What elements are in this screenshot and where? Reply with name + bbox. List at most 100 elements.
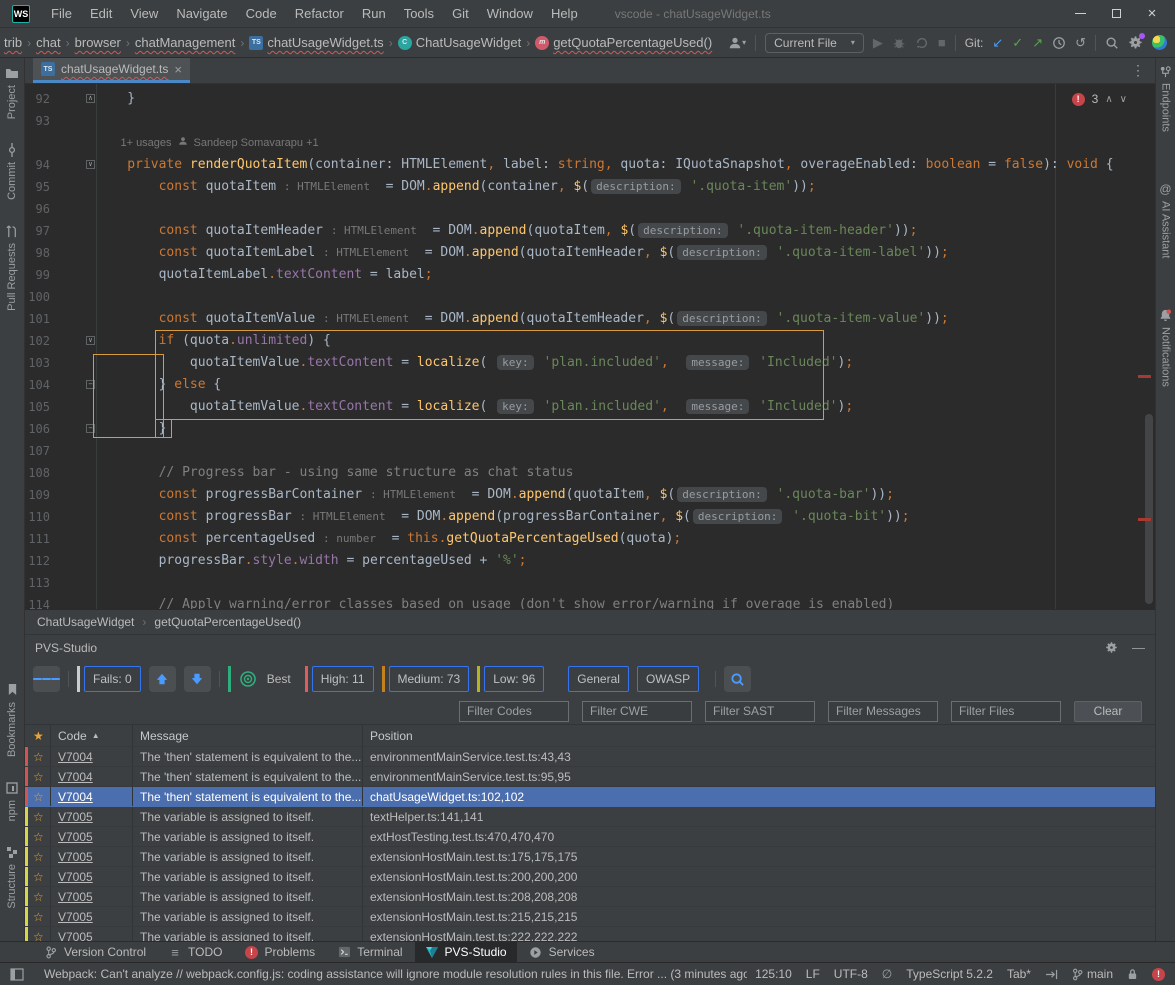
- cell-position[interactable]: environmentMainService.test.ts:43,43: [362, 747, 1155, 766]
- prev-error-icon[interactable]: ∧: [1105, 94, 1112, 105]
- error-stripe-mark[interactable]: [1138, 518, 1151, 521]
- toolwindow-tab-version-control[interactable]: Version Control: [34, 942, 156, 962]
- toolwindow-tab-services[interactable]: Services: [519, 942, 605, 962]
- code-line[interactable]: 103quotaItemValue.textContent = localize…: [25, 352, 1155, 374]
- medium-filter-button[interactable]: Medium: 73: [389, 666, 470, 692]
- cell-code[interactable]: V7005: [50, 807, 132, 826]
- error-stripe-mark[interactable]: [1138, 375, 1151, 378]
- crumb-method[interactable]: getQuotaPercentageUsed(): [154, 615, 301, 629]
- menu-help[interactable]: Help: [542, 3, 587, 24]
- menu-window[interactable]: Window: [478, 3, 542, 24]
- profile-icon[interactable]: [915, 36, 929, 50]
- best-label[interactable]: Best: [267, 672, 291, 686]
- cell-code[interactable]: V7004: [50, 747, 132, 766]
- cell-position[interactable]: environmentMainService.test.ts:95,95: [362, 767, 1155, 786]
- low-filter-button[interactable]: Low: 96: [484, 666, 544, 692]
- clear-button[interactable]: Clear: [1074, 701, 1142, 722]
- code-line[interactable]: 104−} else {: [25, 374, 1155, 396]
- cell-position[interactable]: extHostTesting.test.ts:470,470,470: [362, 827, 1155, 846]
- cell-message[interactable]: The 'then' statement is equivalent to th…: [132, 747, 362, 766]
- favorite-star-icon[interactable]: ☆: [25, 750, 50, 764]
- editor-scrollbar[interactable]: [1145, 414, 1153, 604]
- code-editor[interactable]: 92∧}931+ usagesSandeep Somavarapu +194∨p…: [25, 84, 1155, 609]
- lock-icon[interactable]: [1127, 968, 1138, 980]
- table-row[interactable]: ☆V7005The variable is assigned to itself…: [25, 927, 1155, 941]
- cell-message[interactable]: The variable is assigned to itself.: [132, 927, 362, 941]
- cell-code[interactable]: V7004: [50, 767, 132, 786]
- cell-position[interactable]: extensionHostMain.test.ts:208,208,208: [362, 887, 1155, 906]
- favorite-star-icon[interactable]: ☆: [25, 770, 50, 784]
- code-line[interactable]: 99quotaItemLabel.textContent = label;: [25, 264, 1155, 286]
- code-line[interactable]: 107: [25, 440, 1155, 462]
- table-row[interactable]: ☆V7005The variable is assigned to itself…: [25, 827, 1155, 847]
- filter-input-filter-sast[interactable]: Filter SAST: [705, 701, 815, 722]
- toolwindow-tab-problems[interactable]: !Problems: [235, 942, 326, 962]
- code-line[interactable]: 105quotaItemValue.textContent = localize…: [25, 396, 1155, 418]
- ai-assistant-sphere-icon[interactable]: [1152, 35, 1167, 50]
- best-target-icon[interactable]: [239, 670, 257, 688]
- code-line[interactable]: 95const quotaItem : HTMLElement = DOM.ap…: [25, 176, 1155, 198]
- table-row[interactable]: ☆V7004The 'then' statement is equivalent…: [25, 747, 1155, 767]
- filter-input-filter-files[interactable]: Filter Files: [951, 701, 1061, 722]
- fails-filter-button[interactable]: Fails: 0: [84, 666, 141, 692]
- favorite-star-icon[interactable]: ☆: [25, 930, 50, 942]
- code-line[interactable]: 102∨if (quota.unlimited) {: [25, 330, 1155, 352]
- usages-hint[interactable]: 1+ usages: [120, 132, 171, 154]
- breadcrumb-item[interactable]: chat: [36, 35, 61, 50]
- pvs-settings-gear-icon[interactable]: [1105, 641, 1118, 654]
- line-separator[interactable]: LF: [806, 967, 820, 981]
- code-line[interactable]: 112progressBar.style.width = percentageU…: [25, 550, 1155, 572]
- table-row[interactable]: ☆V7004The 'then' statement is equivalent…: [25, 767, 1155, 787]
- breadcrumb-item[interactable]: chatManagement: [135, 35, 235, 50]
- status-message[interactable]: Webpack: Can't analyze // webpack.config…: [44, 967, 747, 981]
- search-everywhere-icon[interactable]: [1105, 36, 1119, 50]
- cell-message[interactable]: The variable is assigned to itself.: [132, 907, 362, 926]
- breadcrumb-item[interactable]: mgetQuotaPercentageUsed(): [535, 35, 712, 50]
- table-header[interactable]: ★ Code▲ Message Position: [25, 725, 1155, 747]
- code-line[interactable]: 100: [25, 286, 1155, 308]
- fold-marker-icon[interactable]: −: [86, 380, 95, 389]
- favorite-star-icon[interactable]: ☆: [25, 890, 50, 904]
- cell-code[interactable]: V7005: [50, 887, 132, 906]
- table-row[interactable]: ☆V7004The 'then' statement is equivalent…: [25, 787, 1155, 807]
- analysis-error-icon[interactable]: !: [1152, 968, 1165, 981]
- toolwindow-tab-pvs-studio[interactable]: PVS-Studio: [415, 942, 517, 962]
- high-filter-button[interactable]: High: 11: [312, 666, 374, 692]
- crumb-class[interactable]: ChatUsageWidget: [37, 615, 134, 629]
- menu-tools[interactable]: Tools: [395, 3, 443, 24]
- code-line[interactable]: 92∧}: [25, 88, 1155, 110]
- cell-code[interactable]: V7005: [50, 927, 132, 941]
- tab-options-kebab-icon[interactable]: ⋮: [1131, 62, 1145, 79]
- cell-code[interactable]: V7005: [50, 867, 132, 886]
- cell-position[interactable]: extensionHostMain.test.ts:175,175,175: [362, 847, 1155, 866]
- breadcrumb-item[interactable]: trib: [4, 35, 22, 50]
- code-vision-annotation[interactable]: 1+ usages Sandeep Somavarapu +1: [25, 132, 1155, 154]
- cell-message[interactable]: The variable is assigned to itself.: [132, 847, 362, 866]
- code-line[interactable]: 114// Apply warning/error classes based …: [25, 594, 1155, 609]
- col-position[interactable]: Position: [362, 725, 1155, 746]
- col-code[interactable]: Code: [58, 729, 87, 743]
- debug-icon[interactable]: [892, 36, 906, 50]
- table-row[interactable]: ☆V7005The variable is assigned to itself…: [25, 807, 1155, 827]
- author-hint[interactable]: Sandeep Somavarapu +1: [194, 132, 319, 154]
- prev-arrow-icon[interactable]: [149, 666, 176, 692]
- user-icon[interactable]: ▾: [728, 36, 746, 50]
- favorite-star-icon[interactable]: ☆: [25, 790, 50, 804]
- menu-code[interactable]: Code: [237, 3, 286, 24]
- cell-position[interactable]: extensionHostMain.test.ts:200,200,200: [362, 867, 1155, 886]
- cell-code[interactable]: V7005: [50, 847, 132, 866]
- code-line[interactable]: 106−}: [25, 418, 1155, 440]
- webstorm-logo-icon[interactable]: WS: [12, 5, 30, 23]
- next-error-icon[interactable]: ∨: [1120, 94, 1127, 105]
- soft-wrap-icon[interactable]: ∅: [882, 967, 892, 981]
- filter-input-filter-cwe[interactable]: Filter CWE: [582, 701, 692, 722]
- favorite-star-icon[interactable]: ☆: [25, 910, 50, 924]
- owasp-filter-button[interactable]: OWASP: [637, 666, 699, 692]
- fold-marker-icon[interactable]: ∨: [86, 336, 95, 345]
- favorite-star-icon[interactable]: ☆: [25, 850, 50, 864]
- fold-marker-icon[interactable]: ∨: [86, 160, 95, 169]
- layout-toggle-icon[interactable]: [10, 968, 24, 981]
- run-config-select[interactable]: Current File▾: [765, 33, 864, 53]
- favorite-star-icon[interactable]: ☆: [25, 830, 50, 844]
- table-row[interactable]: ☆V7005The variable is assigned to itself…: [25, 867, 1155, 887]
